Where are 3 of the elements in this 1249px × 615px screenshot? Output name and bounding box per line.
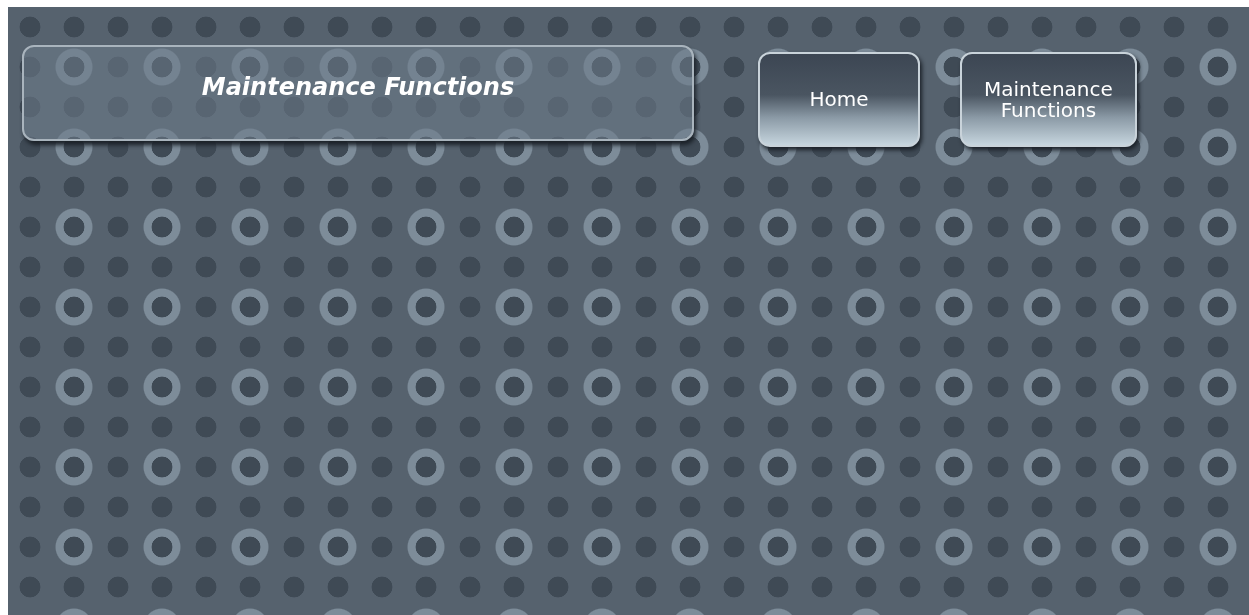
screen-title: Maintenance Functions <box>201 73 515 101</box>
nav-button[interactable]: Maintenance Functions <box>960 52 1137 147</box>
nav-button[interactable]: Home <box>758 52 920 147</box>
